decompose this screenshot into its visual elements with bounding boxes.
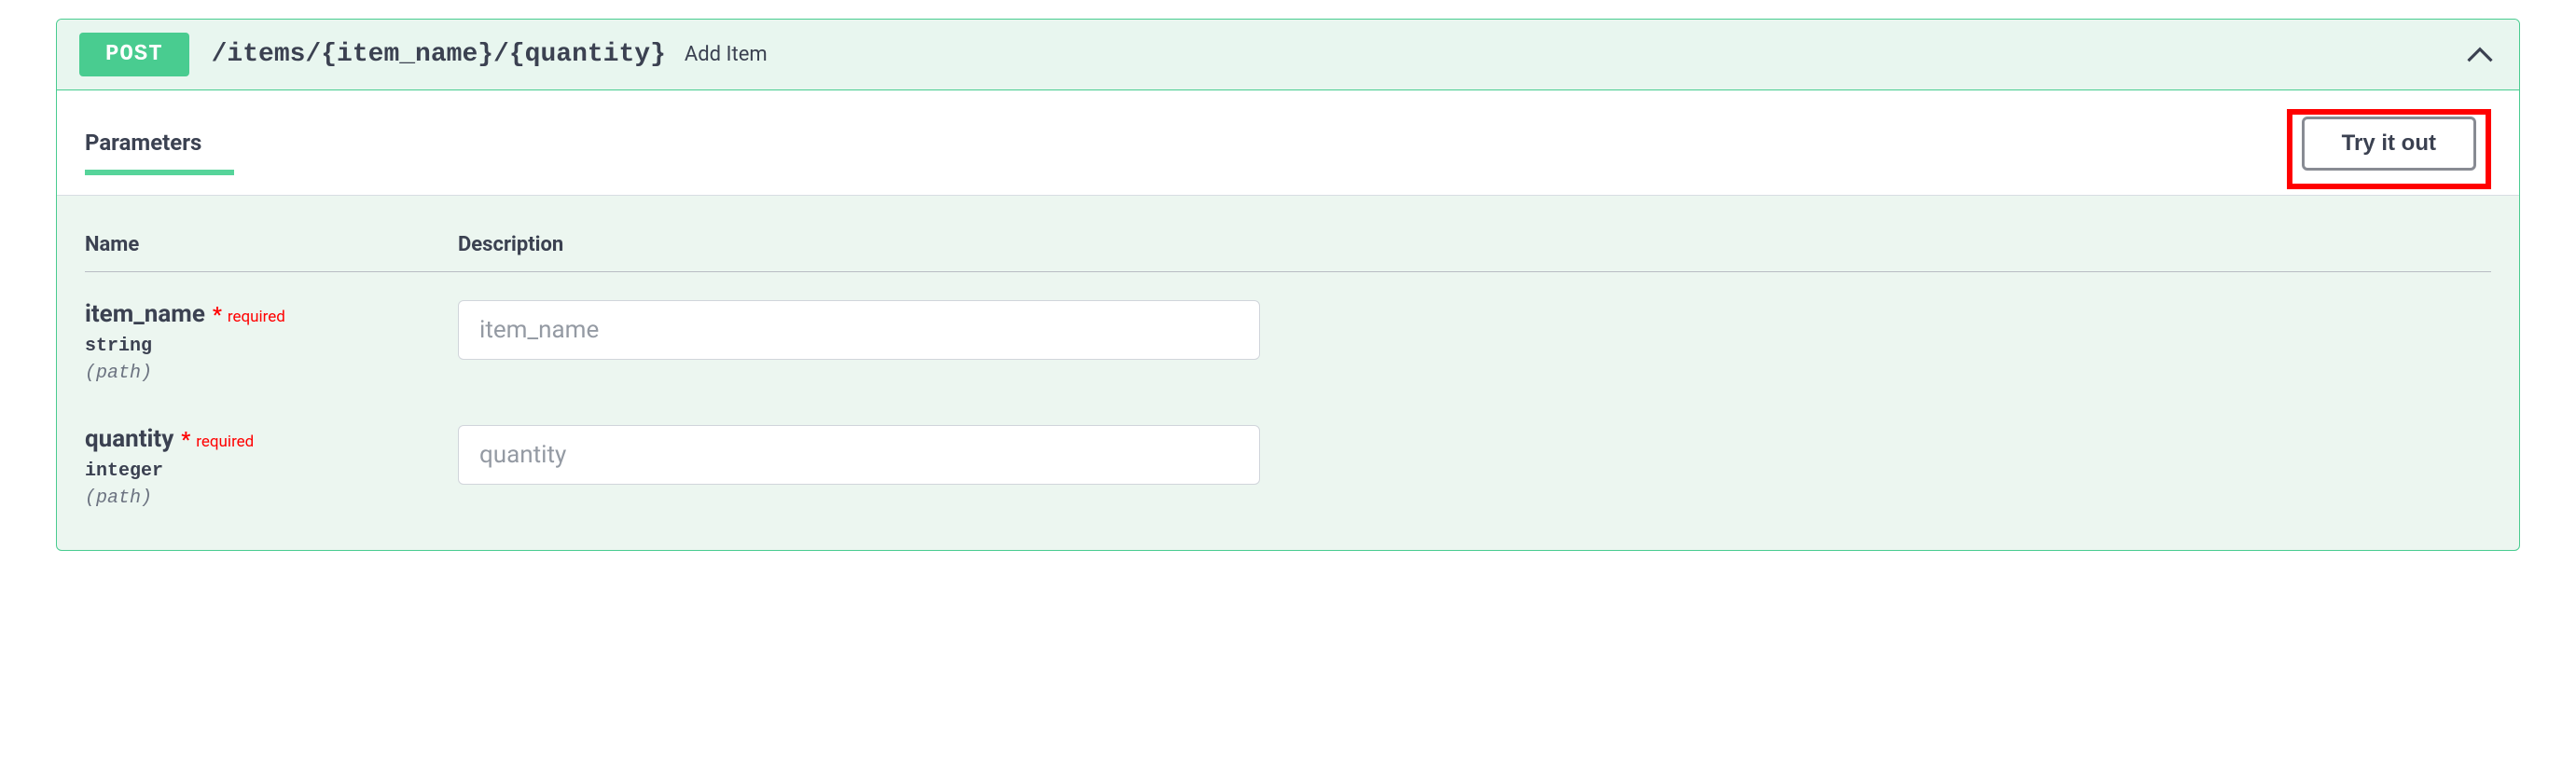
required-label: required <box>228 308 285 326</box>
tab-parameters[interactable]: Parameters <box>85 130 201 174</box>
operation-summary: Add Item <box>685 43 768 66</box>
try-it-out-highlight: Try it out <box>2287 109 2491 189</box>
chevron-up-icon[interactable] <box>2463 38 2497 72</box>
parameter-type: string <box>85 336 458 357</box>
parameter-in: (path) <box>85 363 458 384</box>
http-method-badge: POST <box>79 33 189 76</box>
parameter-name: item_name <box>85 300 205 328</box>
column-name-header: Name <box>85 233 458 256</box>
parameter-row: quantity * required integer (path) <box>85 425 2491 509</box>
parameter-row: item_name * required string (path) <box>85 300 2491 384</box>
required-label: required <box>196 433 254 451</box>
parameter-input-item-name[interactable] <box>458 300 1260 360</box>
parameter-in: (path) <box>85 488 458 509</box>
parameter-type: integer <box>85 460 458 482</box>
operation-block: POST /items/{item_name}/{quantity} Add I… <box>56 19 2520 551</box>
parameter-input-quantity[interactable] <box>458 425 1260 485</box>
parameter-name: quantity <box>85 425 173 453</box>
operation-header[interactable]: POST /items/{item_name}/{quantity} Add I… <box>57 20 2519 90</box>
required-star-icon: * <box>213 304 222 327</box>
operation-path: /items/{item_name}/{quantity} <box>212 40 666 69</box>
parameters-body: Name Description item_name * required st… <box>57 196 2519 509</box>
parameters-section-header: Parameters Try it out <box>57 90 2519 196</box>
required-star-icon: * <box>181 429 190 452</box>
parameters-table-header: Name Description <box>85 233 2491 272</box>
try-it-out-button[interactable]: Try it out <box>2302 117 2476 171</box>
column-description-header: Description <box>458 233 2491 256</box>
